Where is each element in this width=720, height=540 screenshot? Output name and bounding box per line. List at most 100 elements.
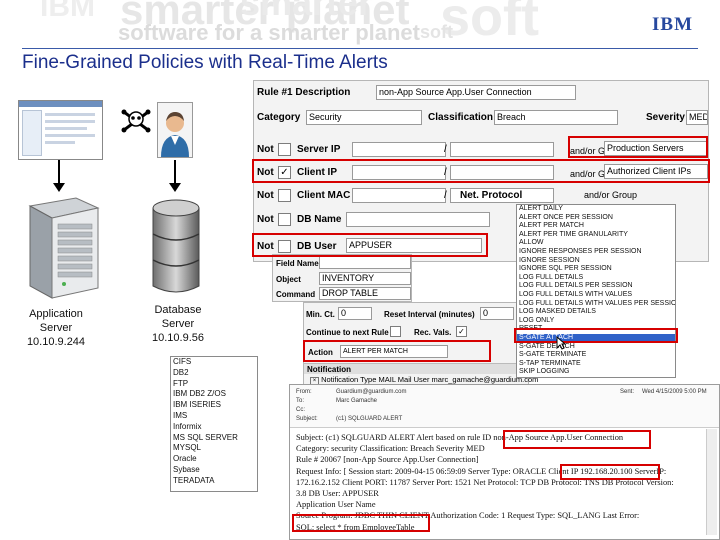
email-body-line: 3.8 DB User: APPUSER — [296, 489, 379, 499]
field-name-field[interactable] — [319, 256, 411, 269]
db-type-option[interactable]: IBM ISERIES — [171, 400, 257, 411]
server-ip-field[interactable] — [352, 142, 446, 157]
not-label: Not — [257, 144, 274, 155]
highlight-email-client-ip — [560, 464, 660, 480]
highlight-production-servers — [568, 136, 708, 158]
email-sent: Wed 4/15/2009 5:00 PM — [642, 389, 707, 395]
db-type-option[interactable]: MS SQL SERVER — [171, 433, 257, 444]
highlight-db-user-row — [252, 233, 488, 257]
db-type-option[interactable]: CIFS — [171, 357, 257, 368]
app-server-label: Application Server 10.10.9.244 — [26, 308, 86, 348]
server-ip-label: Server IP — [297, 144, 341, 155]
severity-select[interactable]: MED — [686, 110, 708, 125]
category-label: Category — [257, 112, 301, 123]
db-type-option[interactable]: MYSQL — [171, 443, 257, 454]
action-option[interactable]: IGNORE SESSION — [517, 257, 675, 266]
min-ct-field[interactable]: 0 — [338, 307, 372, 320]
db-type-option[interactable]: Informix — [171, 422, 257, 433]
rec-vals-checkbox[interactable]: ✓ — [456, 326, 467, 337]
db-type-option[interactable]: Sybase — [171, 465, 257, 476]
email-from-label: From: — [296, 389, 312, 395]
object-field[interactable]: INVENTORY — [319, 272, 411, 285]
email-sent-label: Sent: — [620, 389, 635, 395]
action-option[interactable]: IGNORE RESPONSES PER SESSION — [517, 248, 675, 257]
action-option[interactable]: LOG MASKED DETAILS — [517, 308, 675, 317]
banner-word: soft — [420, 22, 453, 42]
not-checkbox-client-mac[interactable] — [278, 189, 291, 202]
banner-word: IBM — [40, 0, 95, 23]
notification-header: Notification — [304, 363, 528, 374]
field-name-label: Field Name — [276, 259, 319, 268]
min-ct-label: Min. Ct. — [306, 310, 335, 319]
person-icon — [157, 102, 193, 158]
not-label: Not — [257, 190, 274, 201]
description-field[interactable]: non-App Source App.User Connection — [376, 85, 576, 100]
app-thumbnail — [18, 100, 103, 160]
continue-checkbox[interactable] — [390, 326, 401, 337]
db-type-option[interactable]: TERADATA — [171, 476, 257, 487]
database-icon — [150, 198, 202, 303]
mouse-cursor-icon — [556, 335, 567, 355]
action-option[interactable]: ALERT ONCE PER SESSION — [517, 214, 675, 223]
db-type-option[interactable]: DB2 — [171, 368, 257, 379]
action-option[interactable]: LOG FULL DETAILS PER SESSION — [517, 282, 675, 291]
action-option[interactable]: S-GATE DETACH — [517, 343, 675, 352]
db-name-label: DB Name — [297, 214, 342, 225]
page-title: Fine-Grained Policies with Real-Time Ale… — [22, 52, 388, 73]
action-option[interactable]: SKIP LOGGING — [517, 368, 675, 377]
server-icon — [18, 196, 104, 305]
category-field[interactable]: Security — [306, 110, 422, 125]
banner-word: soft — [440, 0, 539, 46]
slash: / — [444, 190, 447, 201]
db-name-field[interactable] — [346, 212, 490, 227]
object-command-panel: Field Name Object INVENTORY Command DROP… — [272, 254, 412, 302]
command-field[interactable]: DROP TABLE — [319, 287, 411, 300]
action-dropdown-list[interactable]: ALERT DAILY ALERT ONCE PER SESSION ALERT P… — [516, 204, 676, 378]
action-option[interactable]: ALLOW — [517, 239, 675, 248]
email-to-label: To: — [296, 398, 305, 404]
arrow-down-icon — [169, 160, 181, 192]
email-body-line: Application User Name — [296, 500, 376, 510]
highlight-sgate-attach — [514, 328, 678, 343]
continue-label: Continue to next Rule — [306, 328, 389, 337]
db-type-option[interactable]: IBM DB2 Z/OS — [171, 389, 257, 400]
reset-interval-field[interactable]: 0 — [480, 307, 514, 320]
email-cc-label: Cc: — [296, 407, 305, 413]
action-option[interactable]: S-TAP TERMINATE — [517, 360, 675, 369]
action-option[interactable]: LOG FULL DETAILS WITH VALUES PER SESSION — [517, 300, 675, 309]
highlight-email-rule — [503, 430, 651, 449]
header-rule — [22, 48, 698, 49]
email-scrollbar[interactable] — [706, 429, 717, 535]
highlight-action-row — [303, 340, 491, 362]
server-mask-field[interactable] — [450, 142, 554, 157]
highlight-email-sql — [292, 514, 430, 532]
severity-label: Severity — [646, 112, 685, 123]
email-to: Marc Gamache — [336, 398, 378, 404]
action-option[interactable]: ALERT PER MATCH — [517, 222, 675, 231]
db-type-list[interactable]: CIFS DB2 FTP IBM DB2 Z/OS IBM ISERIES IMS Info… — [170, 356, 258, 492]
reset-interval-label: Reset Interval (minutes) — [384, 310, 475, 319]
action-option[interactable]: S-GATE TERMINATE — [517, 351, 675, 360]
action-option[interactable]: LOG FULL DETAILS WITH VALUES — [517, 291, 675, 300]
rec-vals-label: Rec. Vals. — [414, 328, 452, 337]
not-checkbox-server-ip[interactable] — [278, 143, 291, 156]
db-type-option[interactable]: IMS — [171, 411, 257, 422]
not-checkbox-db-name[interactable] — [278, 213, 291, 226]
action-option[interactable]: ALERT PER TIME GRANULARITY — [517, 231, 675, 240]
net-protocol-label: Net. Protocol — [460, 190, 523, 201]
action-option[interactable]: LOG ONLY — [517, 317, 675, 326]
action-option[interactable]: ALERT DAILY — [517, 205, 675, 214]
action-option[interactable]: LOG FULL DETAILS — [517, 274, 675, 283]
client-mac-label: Client MAC — [297, 190, 351, 201]
ibm-logo: IBM — [652, 14, 698, 35]
client-mac-field[interactable] — [352, 188, 446, 203]
db-type-option[interactable]: FTP — [171, 379, 257, 390]
db-type-option[interactable]: Oracle — [171, 454, 257, 465]
banner: IBM smarter planet smarter software for … — [0, 0, 720, 46]
action-option[interactable]: IGNORE SQL PER SESSION — [517, 265, 675, 274]
email-from: Guardium@guardium.com — [336, 389, 407, 395]
classification-field[interactable]: Breach — [494, 110, 618, 125]
object-label: Object — [276, 275, 301, 284]
not-label: Not — [257, 214, 274, 225]
arrow-down-icon — [53, 160, 65, 192]
